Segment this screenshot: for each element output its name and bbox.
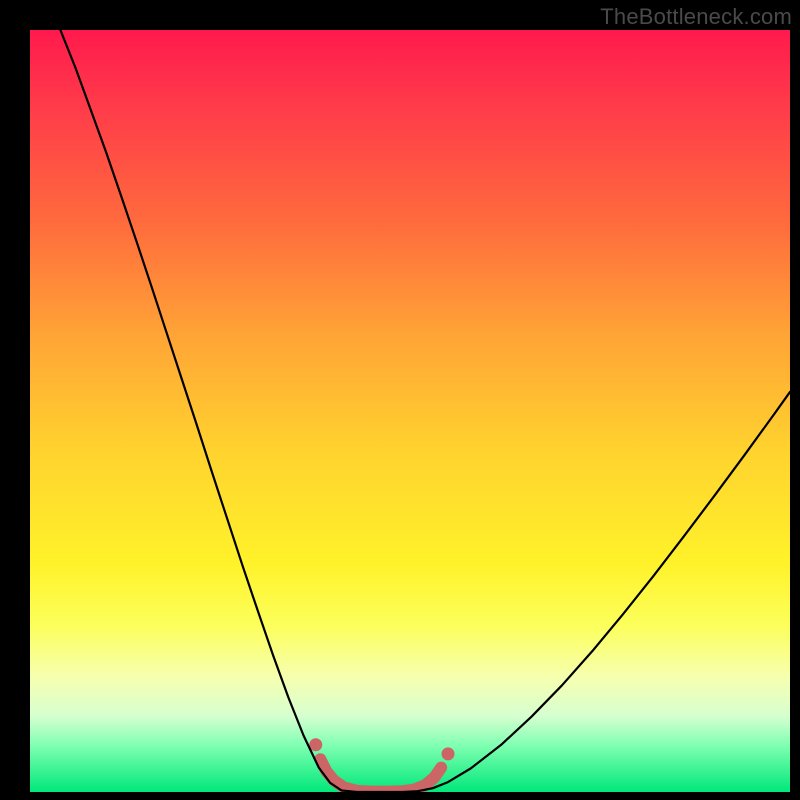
watermark-text: TheBottleneck.com bbox=[600, 4, 792, 30]
chart-plot-area bbox=[30, 30, 790, 792]
chart-svg bbox=[30, 30, 790, 792]
minimum-well-line bbox=[320, 759, 441, 791]
well-end-dots bbox=[309, 738, 454, 760]
chart-stage: TheBottleneck.com bbox=[0, 0, 800, 800]
well-dot bbox=[442, 747, 455, 760]
bottleneck-curve bbox=[60, 30, 790, 792]
well-dot bbox=[309, 738, 322, 751]
